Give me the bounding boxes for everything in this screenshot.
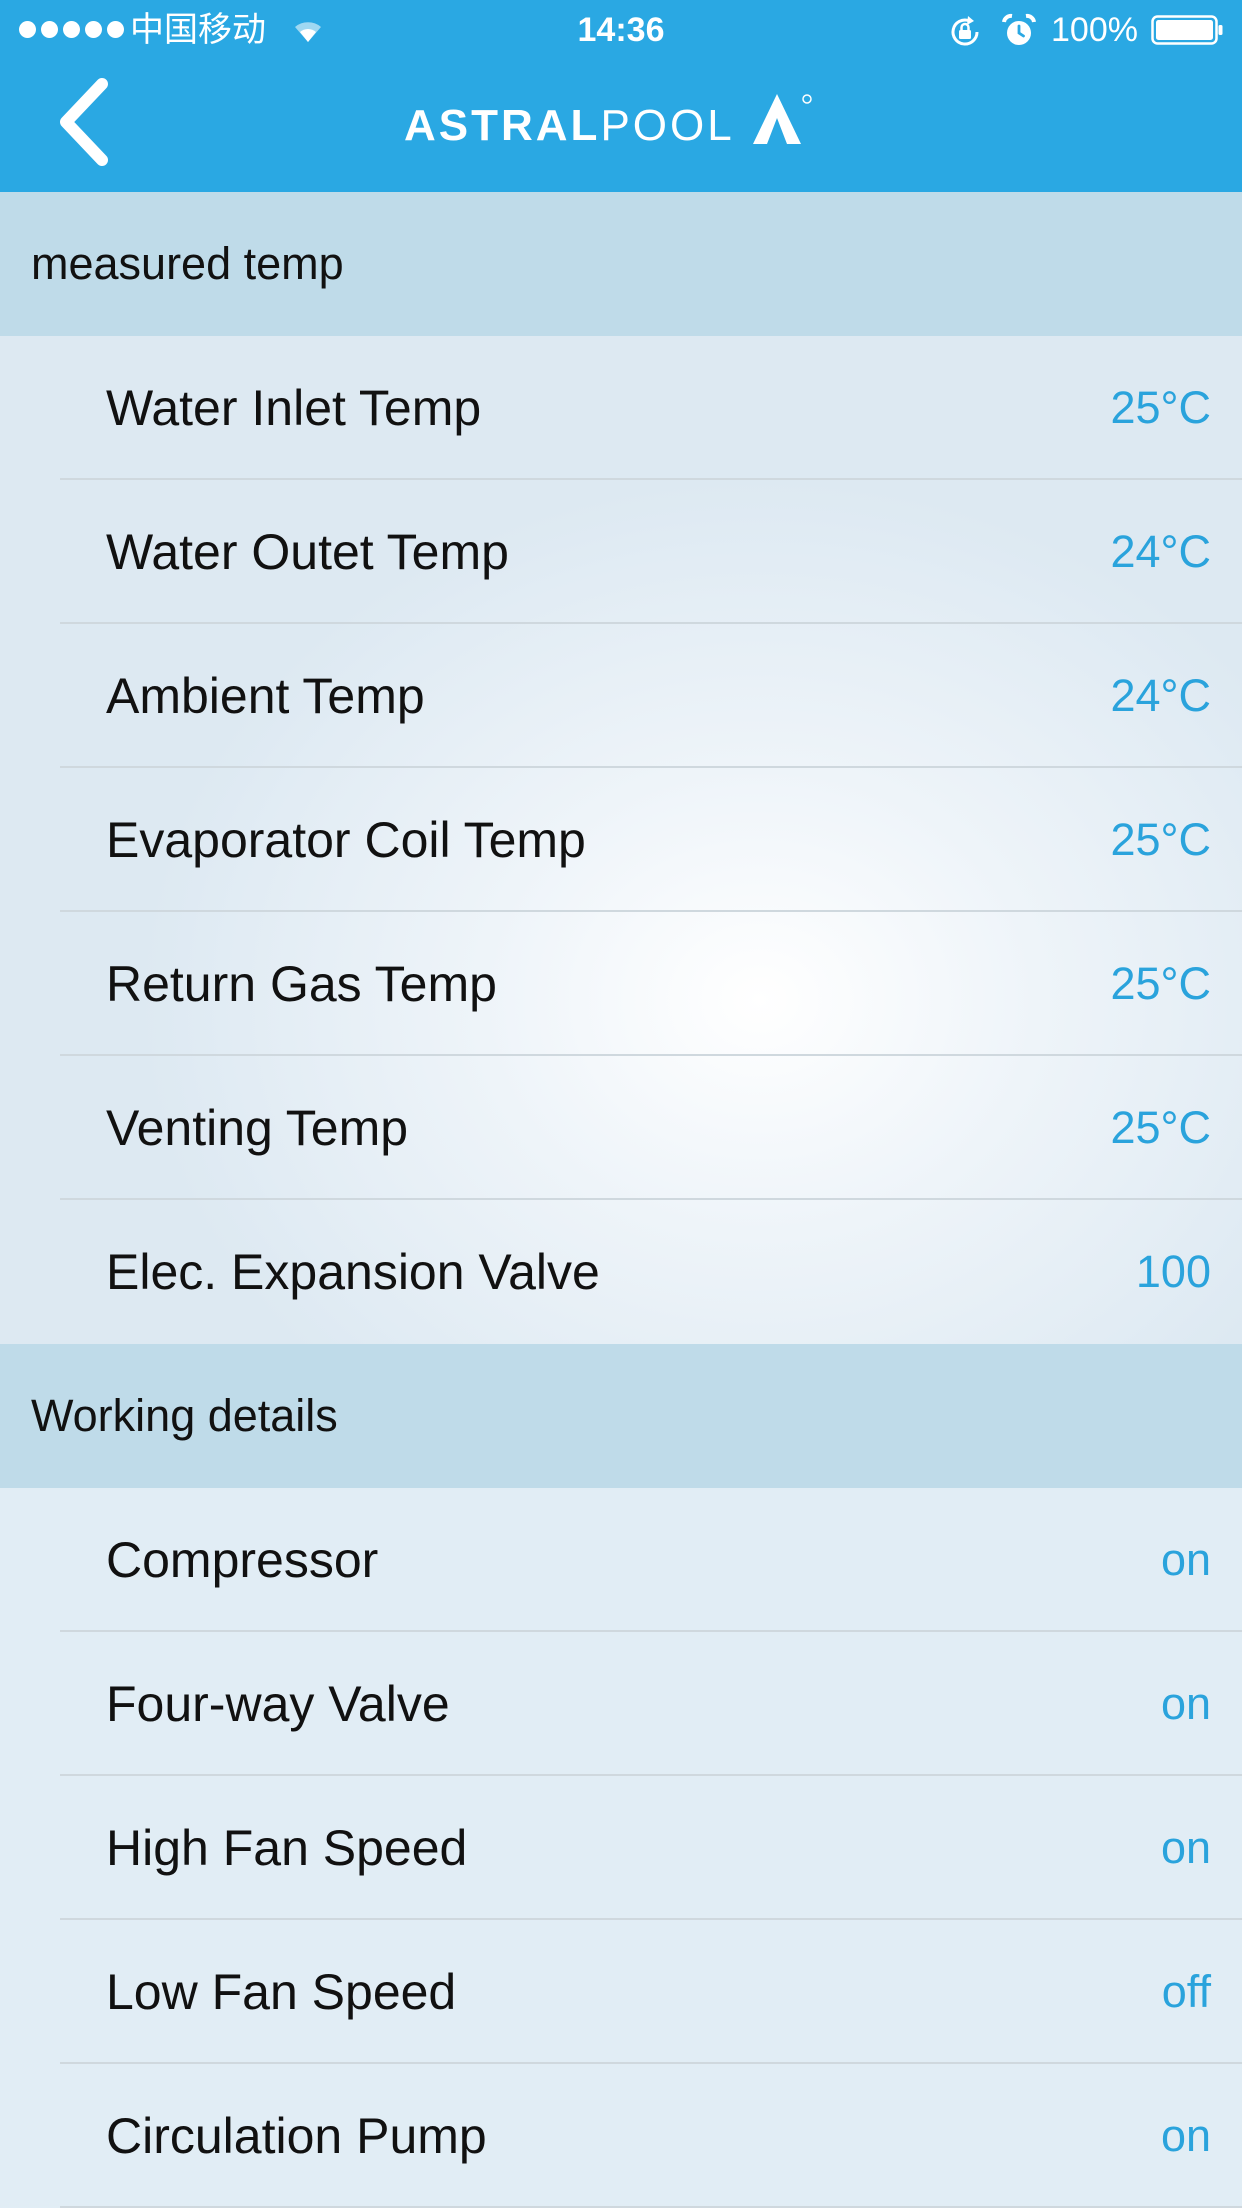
section-title: Working details [31, 1390, 338, 1441]
section-header-measured-temp: measured temp [0, 192, 1242, 336]
section-title: measured temp [31, 238, 344, 289]
row-value: on [1160, 1678, 1211, 1729]
list-item-ambient-temp: Ambient Temp 24°C [0, 624, 1242, 768]
list-item-high-fan-speed: High Fan Speed on [0, 1776, 1242, 1920]
app-header: 中国移动 14:36 100% ASTRAL POOL [0, 0, 1242, 192]
row-label: Venting Temp [106, 1100, 409, 1156]
section-header-working-details: Working details [0, 1344, 1242, 1488]
alarm-clock-icon [1002, 13, 1036, 45]
logo-text-pool: POOL [600, 101, 735, 150]
row-value: off [1161, 1966, 1211, 2017]
list-item-evaporator-coil-temp: Evaporator Coil Temp 25°C [0, 768, 1242, 912]
details-list: measured temp Water Inlet Temp 25°C Wate… [0, 192, 1242, 2208]
battery-icon [1151, 15, 1223, 45]
row-label: Water Inlet Temp [106, 380, 482, 436]
list-item-venting-temp: Venting Temp 25°C [0, 1056, 1242, 1200]
astralpool-logo: ASTRAL POOL [404, 94, 815, 156]
list-item-four-way-valve: Four-way Valve on [0, 1632, 1242, 1776]
row-label: High Fan Speed [106, 1820, 468, 1876]
row-label: Ambient Temp [106, 668, 425, 724]
row-value: on [1160, 1534, 1211, 1585]
back-button[interactable] [52, 74, 132, 170]
list-item-circulation-pump: Circulation Pump on [0, 2064, 1242, 2208]
logo-text-astral: ASTRAL [404, 101, 601, 150]
status-bar: 中国移动 14:36 100% [0, 0, 1242, 60]
row-value: 25°C [1110, 814, 1211, 865]
row-value: 100 [1135, 1246, 1211, 1297]
chevron-left-icon [60, 78, 108, 166]
battery-percentage: 100% [1051, 11, 1138, 49]
rotation-lock-icon [951, 16, 979, 46]
row-value: 25°C [1110, 958, 1211, 1009]
list-item-water-outlet-temp: Water Outet Temp 24°C [0, 480, 1242, 624]
row-value: 25°C [1110, 1102, 1211, 1153]
row-value: on [1160, 1822, 1211, 1873]
row-label: Water Outet Temp [106, 524, 509, 580]
list-item-compressor: Compressor on [0, 1488, 1242, 1632]
row-label: Low Fan Speed [106, 1964, 457, 2020]
list-item-water-inlet-temp: Water Inlet Temp 25°C [0, 336, 1242, 480]
row-label: Four-way Valve [106, 1676, 450, 1732]
working-details-group: Compressor on Four-way Valve on High Fan… [0, 1488, 1242, 2208]
row-label: Evaporator Coil Temp [106, 812, 586, 868]
row-label: Return Gas Temp [106, 956, 497, 1012]
list-item-low-fan-speed: Low Fan Speed off [0, 1920, 1242, 2064]
row-label: Circulation Pump [106, 2108, 487, 2164]
logo-drop-icon [752, 94, 812, 144]
list-item-return-gas-temp: Return Gas Temp 25°C [0, 912, 1242, 1056]
row-value: 24°C [1110, 670, 1211, 721]
row-label: Compressor [106, 1532, 379, 1588]
row-label: Elec. Expansion Valve [106, 1244, 600, 1300]
list-item-elec-expansion-valve: Elec. Expansion Valve 100 [0, 1200, 1242, 1344]
row-value: 24°C [1110, 526, 1211, 577]
row-value: 25°C [1110, 382, 1211, 433]
row-value: on [1160, 2110, 1211, 2161]
